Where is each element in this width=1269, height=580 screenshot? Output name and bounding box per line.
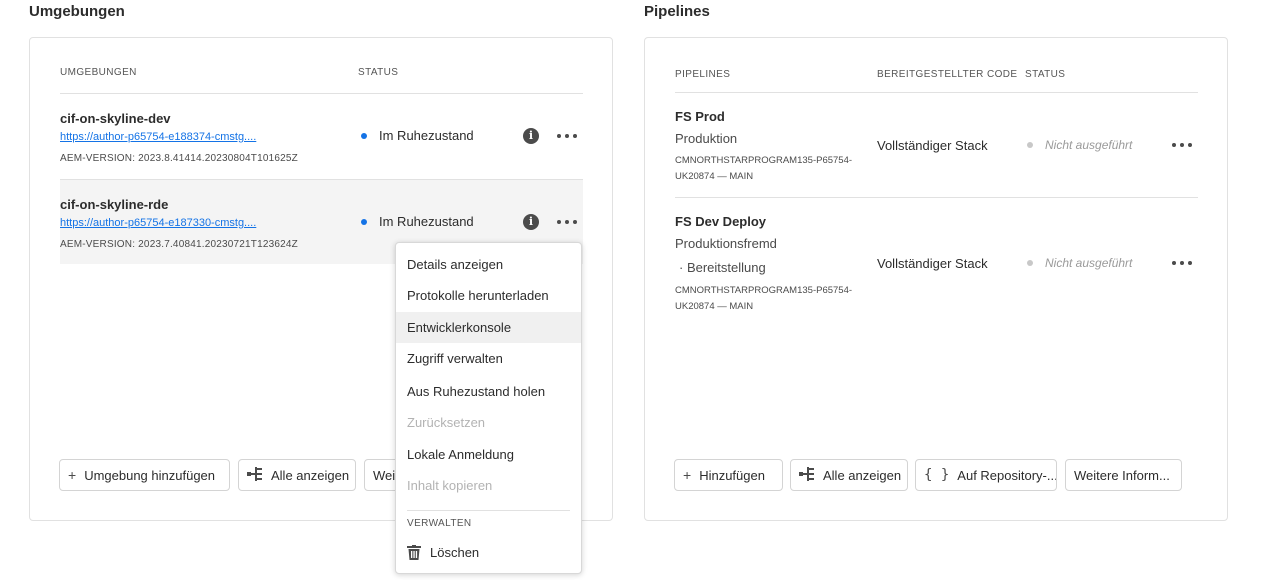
col-head-deployed-code: BEREITGESTELLTER CODE [877, 69, 1018, 80]
pipeline-status: Nicht ausgeführt [1027, 138, 1132, 152]
status-label: Im Ruhezustand [379, 214, 474, 229]
environment-context-menu: Details anzeigen Protokolle herunterlade… [395, 242, 582, 574]
menu-item-dehibernate[interactable]: Aus Ruhezustand holen [396, 376, 581, 407]
show-all-label: Alle anzeigen [271, 467, 350, 483]
more-actions-icon[interactable] [1172, 256, 1192, 270]
trash-icon [407, 545, 421, 560]
info-icon[interactable]: i [523, 214, 539, 230]
more-actions-icon[interactable] [1172, 138, 1192, 152]
status-dot-icon [1027, 260, 1033, 266]
menu-item-developer-console[interactable]: Entwicklerkonsole [396, 312, 581, 343]
show-all-environments-button[interactable]: Alle anzeigen [238, 459, 356, 491]
status-label: Nicht ausgeführt [1045, 138, 1133, 152]
pipeline-code: CMNORTHSTARPROGRAM135-P65754-UK20874 — M… [675, 285, 853, 312]
plus-icon: + [683, 467, 692, 483]
menu-item-local-login[interactable]: Lokale Anmeldung [396, 439, 581, 470]
menu-section-header: VERWALTEN [407, 518, 472, 529]
more-info-label: Weitere Inform... [1074, 467, 1170, 483]
show-all-pipelines-button[interactable]: Alle anzeigen [790, 459, 908, 491]
environment-url-link[interactable]: https://author-p65754-e187330-cmstg.... [60, 217, 256, 229]
plus-icon: + [68, 467, 77, 483]
environment-status: Im Ruhezustand [361, 128, 474, 143]
deployed-code: Vollständiger Stack [877, 256, 988, 271]
repository-label: Auf Repository-... [957, 467, 1057, 483]
col-head-status: STATUS [1025, 69, 1066, 80]
add-pipeline-label: Hinzufügen [699, 467, 765, 483]
menu-item-delete[interactable]: Löschen [396, 537, 581, 568]
menu-divider [407, 510, 570, 511]
status-dot-icon [1027, 142, 1033, 148]
add-environment-button[interactable]: + Umgebung hinzufügen [59, 459, 230, 491]
status-dot-icon [361, 132, 367, 139]
more-actions-icon[interactable] [557, 215, 577, 229]
pipeline-subtype: · Bereitstellung [679, 260, 766, 275]
menu-item-copy-content: Inhalt kopieren [407, 478, 493, 493]
menu-item-reset: Zurücksetzen [407, 415, 486, 430]
environment-row[interactable]: cif-on-skyline-dev https://author-p65754… [60, 94, 583, 179]
environments-title: Umgebungen [29, 3, 125, 20]
environment-name: cif-on-skyline-dev [60, 111, 171, 126]
show-all-label: Alle anzeigen [823, 467, 902, 483]
code-braces-icon: { } [924, 467, 950, 483]
pipeline-code: CMNORTHSTARPROGRAM135-P65754-UK20874 — M… [675, 155, 853, 182]
environment-name: cif-on-skyline-rde [60, 197, 169, 212]
pipeline-status: Nicht ausgeführt [1027, 256, 1132, 270]
info-icon[interactable]: i [523, 128, 539, 144]
more-actions-icon[interactable] [557, 129, 577, 143]
deployed-code: Vollständiger Stack [877, 138, 988, 153]
status-dot-icon [361, 218, 367, 225]
more-info-label: Wei [373, 467, 396, 483]
delete-label: Löschen [430, 545, 480, 560]
menu-item-manage-access[interactable]: Zugriff verwalten [396, 343, 581, 374]
pipelines-title: Pipelines [644, 3, 710, 20]
menu-item-details[interactable]: Details anzeigen [396, 249, 581, 280]
col-head-pipelines: PIPELINES [675, 69, 731, 80]
status-label: Im Ruhezustand [379, 128, 474, 143]
pipeline-type: Produktion [675, 131, 738, 146]
add-pipeline-button[interactable]: + Hinzufügen [674, 459, 783, 491]
pipeline-type: Produktionsfremd [675, 236, 777, 251]
col-head-status: STATUS [358, 67, 399, 78]
more-info-button[interactable]: Weitere Inform... [1065, 459, 1182, 491]
menu-item-download-logs[interactable]: Protokolle herunterladen [396, 280, 581, 311]
environment-status: Im Ruhezustand [361, 214, 474, 229]
pipeline-row[interactable]: FS Dev Deploy Produktionsfremd · Bereits… [675, 198, 1198, 328]
environment-version: AEM-VERSION: 2023.7.40841.20230721T12362… [60, 239, 298, 250]
environment-version: AEM-VERSION: 2023.8.41414.20230804T10162… [60, 153, 298, 164]
pipelines-card: PIPELINES BEREITGESTELLTER CODE STATUS F… [644, 37, 1228, 521]
add-environment-label: Umgebung hinzufügen [84, 467, 216, 483]
status-label: Nicht ausgeführt [1045, 256, 1133, 270]
environment-url-link[interactable]: https://author-p65754-e188374-cmstg.... [60, 131, 256, 143]
tree-view-icon [247, 466, 263, 484]
pipeline-row[interactable]: FS Prod Produktion CMNORTHSTARPROGRAM135… [675, 93, 1198, 197]
col-head-environments: UMGEBUNGEN [60, 67, 137, 78]
pipeline-name: FS Dev Deploy [675, 214, 767, 229]
tree-view-icon [799, 466, 815, 484]
repository-button[interactable]: { } Auf Repository-... [915, 459, 1057, 491]
pipeline-name: FS Prod [675, 109, 725, 124]
